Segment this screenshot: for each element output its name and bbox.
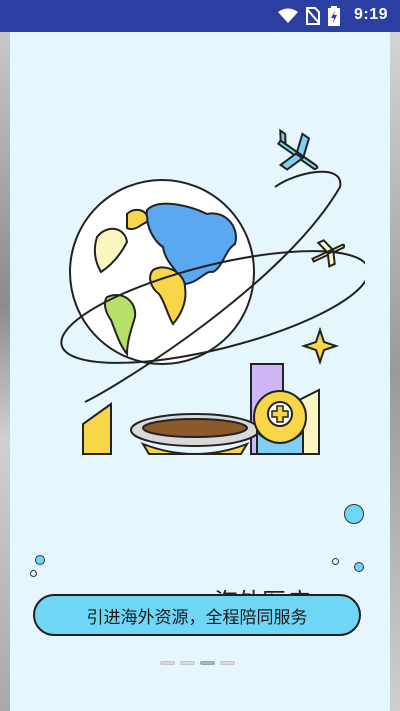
airplane-icon	[276, 128, 319, 171]
wifi-icon	[278, 8, 298, 23]
decor-bubble-right	[354, 562, 364, 572]
status-bar: 9:19	[0, 0, 400, 32]
page-indicator-dot	[220, 661, 235, 665]
battery-charging-icon	[328, 6, 340, 26]
decor-bubble-tiny	[30, 570, 37, 577]
sparkle-icon	[300, 326, 340, 366]
background-strip-left	[0, 32, 10, 711]
page-indicator-dot-active	[200, 661, 215, 665]
background-strip-right	[390, 32, 400, 711]
decor-bubble-small	[35, 555, 45, 565]
status-time: 9:19	[353, 6, 388, 23]
decor-bubble-right-small	[332, 558, 339, 565]
onboarding-page[interactable]: 海外医疗 引进海外资源，全程陪同服务	[10, 32, 390, 711]
page-indicator-dot	[160, 661, 175, 665]
onboarding-cta-button[interactable]: 引进海外资源，全程陪同服务	[33, 594, 361, 636]
no-sim-icon	[306, 7, 320, 25]
page-indicator	[160, 661, 235, 665]
globe-travel-illustration	[60, 128, 365, 455]
airplane-small-icon	[311, 239, 346, 268]
page-indicator-dot	[180, 661, 195, 665]
decor-bubble-large	[344, 504, 364, 524]
status-icons	[278, 6, 340, 26]
